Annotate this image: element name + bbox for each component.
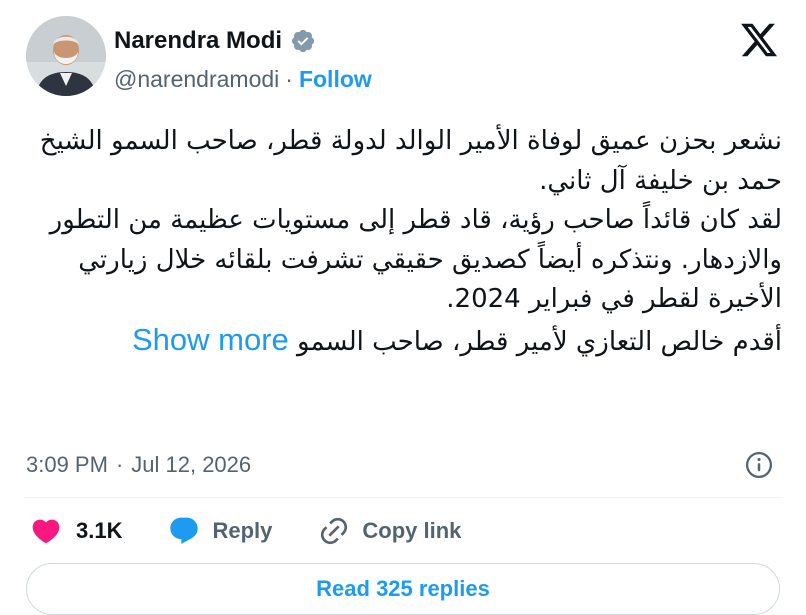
like-count: 3.1K xyxy=(76,518,123,543)
post-paragraph: أقدم خالص التعازي لأمير قطر، صاحب السمو xyxy=(297,326,782,357)
post-time: 3:09 PM xyxy=(26,452,108,477)
info-icon[interactable] xyxy=(744,450,774,480)
speech-bubble-icon xyxy=(170,517,199,544)
reply-label: Reply xyxy=(212,518,273,543)
post-text: نشعر بحزن عميق لوفاة الأمير الوالد لدولة… xyxy=(24,122,782,440)
verified-badge-icon[interactable] xyxy=(290,28,316,54)
like-button[interactable]: 3.1K xyxy=(30,515,122,547)
author-name-row: Narendra Modi xyxy=(114,24,316,58)
avatar[interactable] xyxy=(26,16,106,96)
link-icon xyxy=(321,517,348,545)
show-more-link[interactable]: Show more xyxy=(132,322,289,357)
x-logo-icon[interactable] xyxy=(739,20,779,60)
post-paragraph: نشعر بحزن عميق لوفاة الأمير الوالد لدولة… xyxy=(39,126,782,196)
copy-link-label: Copy link xyxy=(362,518,462,543)
post-paragraph: لقد كان قائداً صاحب رؤية، قاد قطر إلى مس… xyxy=(49,205,782,315)
author-handle[interactable]: @narendramodi xyxy=(114,66,279,93)
copy-link-button[interactable]: Copy link xyxy=(318,515,461,547)
timestamp-separator: · xyxy=(115,452,124,477)
post-paragraph-truncated: أقدم خالص التعازي لأمير قطر، صاحب السمو … xyxy=(24,320,782,363)
read-replies-button[interactable]: Read 325 replies xyxy=(26,563,780,615)
action-bar: 3.1K Reply Copy link xyxy=(30,512,461,550)
avatar-image xyxy=(26,16,106,96)
post-timestamp[interactable]: 3:09 PM · Jul 12, 2026 xyxy=(26,448,251,482)
author-handle-row: @narendramodi · Follow xyxy=(114,64,372,94)
reply-button[interactable]: Reply xyxy=(168,515,272,547)
divider xyxy=(24,497,782,498)
handle-separator: · xyxy=(285,65,293,92)
follow-button[interactable]: Follow xyxy=(299,66,372,93)
post-date: Jul 12, 2026 xyxy=(131,452,252,477)
author-name[interactable]: Narendra Modi xyxy=(114,27,282,55)
post-card: Narendra Modi @narendramodi · Follow نشع… xyxy=(0,0,806,615)
heart-icon xyxy=(32,519,60,544)
